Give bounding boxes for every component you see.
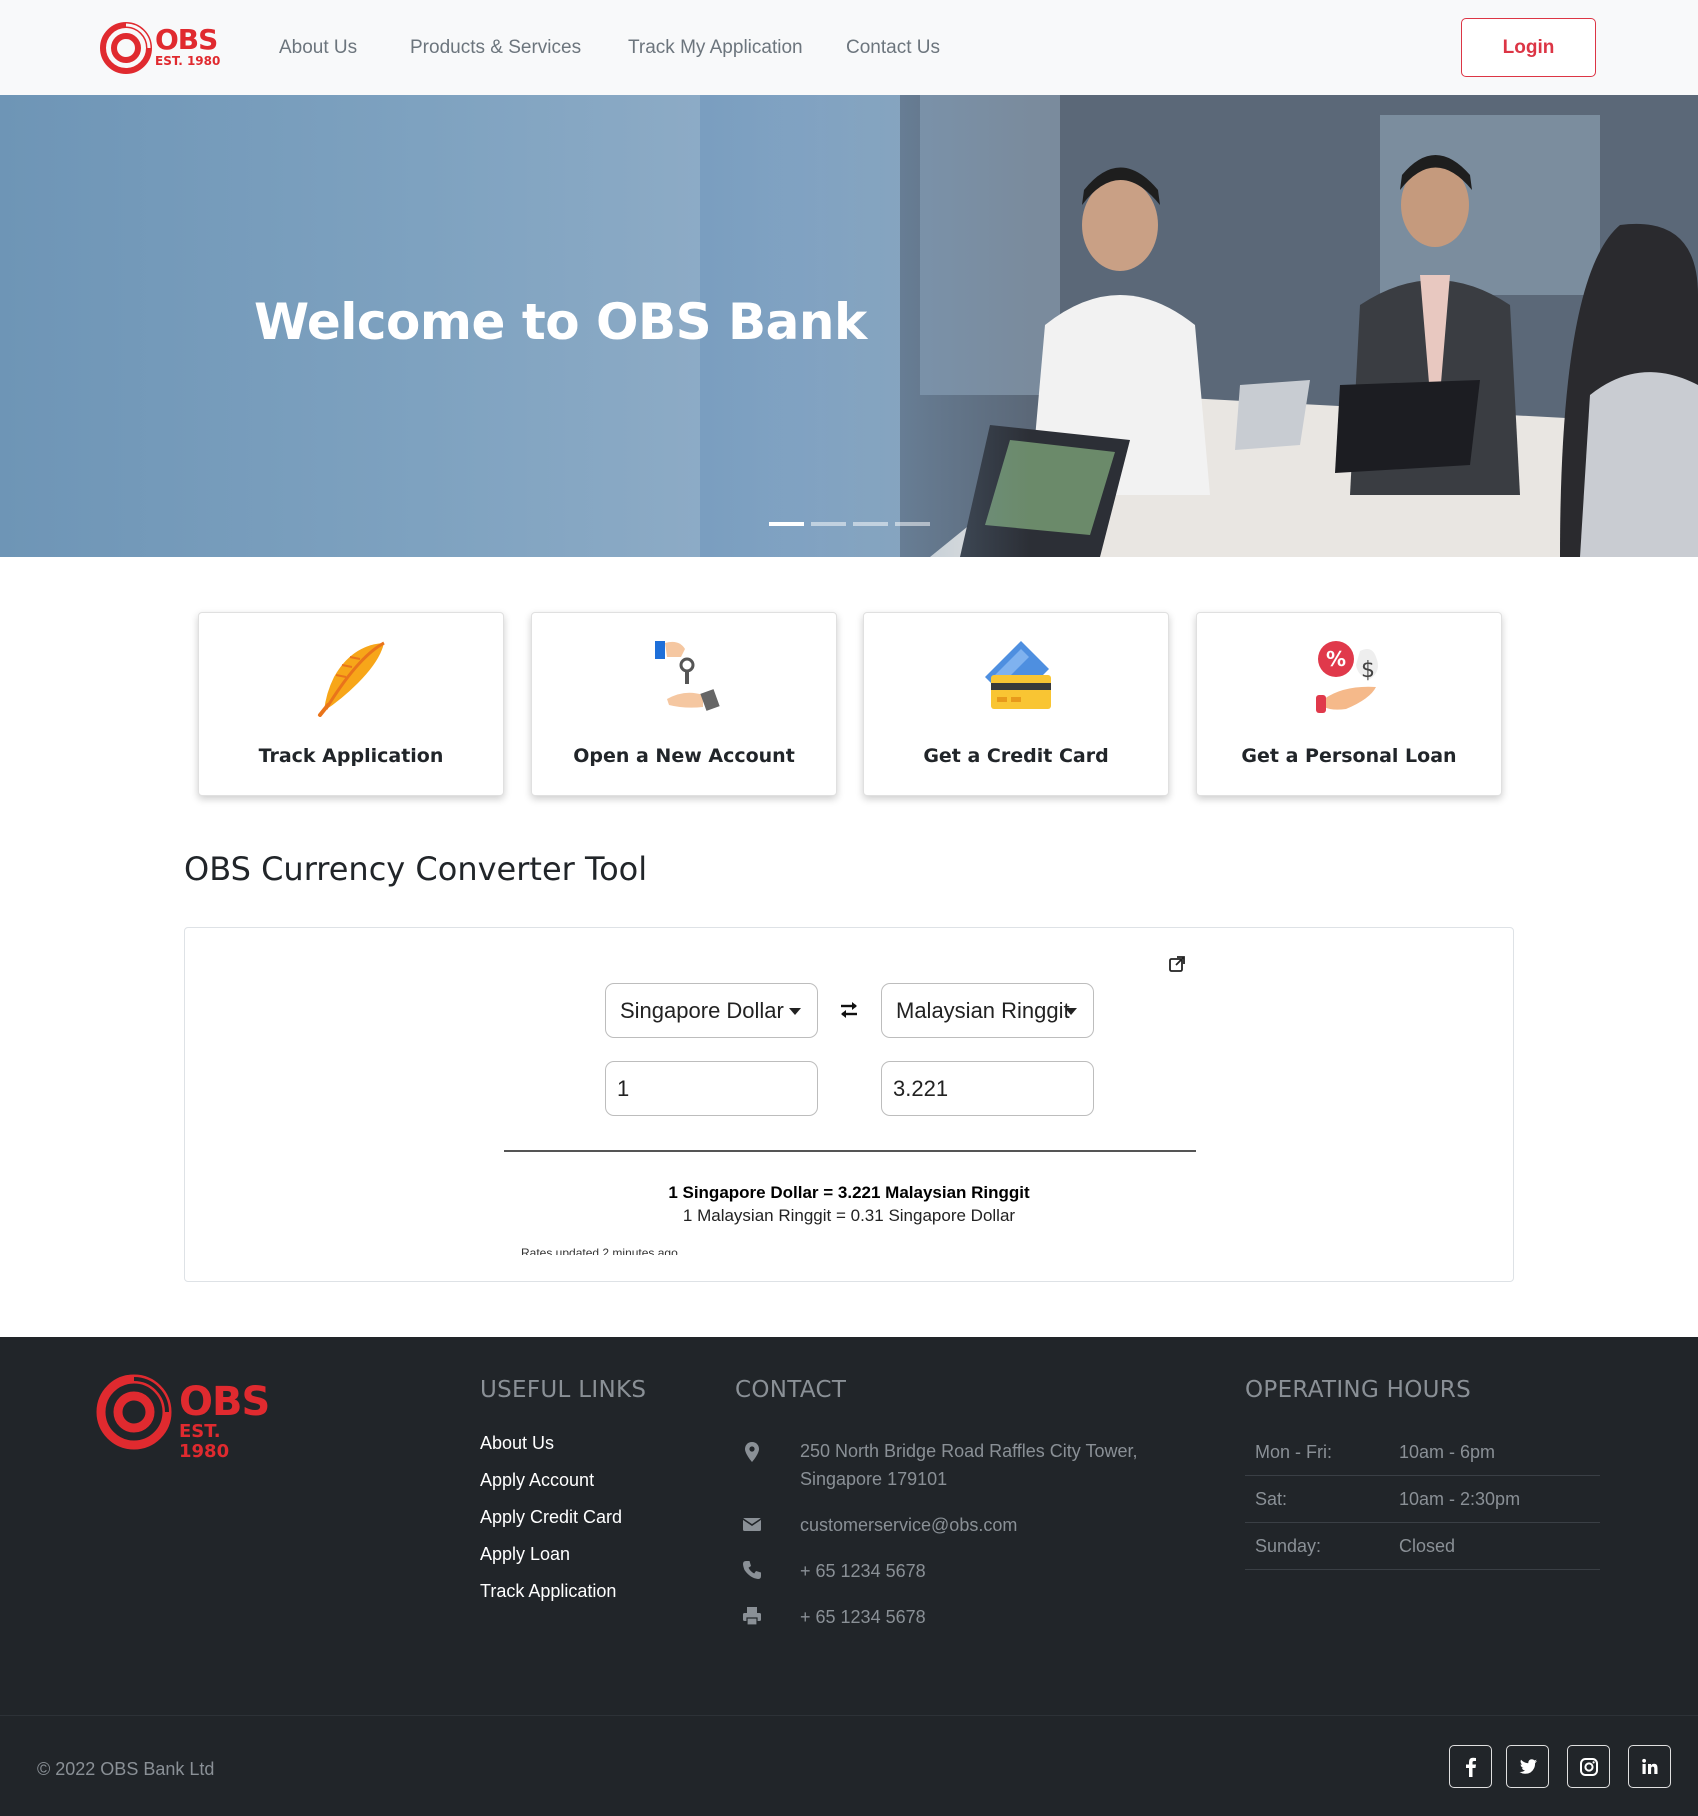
phone-icon (743, 1561, 761, 1579)
hours-row: Sat: 10am - 2:30pm (1245, 1476, 1600, 1523)
carousel-indicator-3[interactable] (853, 522, 888, 526)
hero-carousel: Welcome to OBS Bank (0, 95, 1698, 557)
copyright-text: © 2022 OBS Bank Ltd (37, 1759, 215, 1779)
nav-products-services[interactable]: Products & Services (410, 37, 581, 59)
logo-est-text: EST. 1980 (155, 54, 221, 68)
card-label: Track Application (258, 745, 444, 767)
card-label: Get a Personal Loan (1241, 745, 1457, 767)
loan-hand-icon: % $ (1316, 641, 1378, 713)
key-hand-icon (655, 641, 720, 711)
site-footer: OBS EST. 1980 USEFUL LINKS About Us Appl… (0, 1337, 1698, 1816)
external-link-icon[interactable] (1167, 954, 1187, 974)
hours-day: Mon - Fri: (1255, 1442, 1333, 1462)
hero-title: Welcome to OBS Bank (254, 293, 867, 351)
instagram-icon (1580, 1758, 1598, 1776)
currency-converter-widget: Singapore Dollar Malaysian Ringgit 1 Sin… (184, 927, 1514, 1282)
swap-currencies-icon[interactable] (837, 998, 861, 1022)
footer-link-apply-loan[interactable]: Apply Loan (480, 1544, 570, 1565)
credit-card-icon (985, 641, 1051, 709)
logo-wordmark: OBS EST. 1980 (155, 23, 221, 69)
hours-row: Mon - Fri: 10am - 6pm (1245, 1429, 1600, 1476)
contact-address: 250 North Bridge Road Raffles City Tower… (800, 1437, 1138, 1493)
carousel-indicators (769, 522, 930, 526)
from-amount-input[interactable] (605, 1061, 818, 1116)
footer-logo-est-text: EST. 1980 (179, 1421, 230, 1462)
hours-time: 10am - 2:30pm (1399, 1489, 1521, 1509)
obs-logo[interactable]: OBS EST. 1980 (100, 20, 225, 76)
linkedin-button[interactable] (1628, 1745, 1671, 1788)
nav-contact-us[interactable]: Contact Us (846, 37, 940, 59)
card-get-credit-card[interactable]: Get a Credit Card (863, 612, 1169, 796)
card-track-application[interactable]: Track Application (198, 612, 504, 796)
to-currency-value: Malaysian Ringgit (896, 998, 1070, 1023)
login-button[interactable]: Login (1461, 18, 1596, 77)
chevron-down-icon (789, 1008, 801, 1015)
to-amount-input[interactable] (881, 1061, 1094, 1116)
footer-link-track-application[interactable]: Track Application (480, 1581, 616, 1602)
hours-row: Sunday: Closed (1245, 1523, 1600, 1570)
printer-icon (743, 1607, 761, 1626)
top-navbar: OBS EST. 1980 About Us Products & Servic… (0, 0, 1698, 95)
converter-section-title: OBS Currency Converter Tool (184, 850, 648, 888)
linkedin-icon (1642, 1758, 1658, 1774)
card-open-new-account[interactable]: Open a New Account (531, 612, 837, 796)
footer-link-apply-account[interactable]: Apply Account (480, 1470, 594, 1491)
converter-divider (504, 1150, 1196, 1152)
facebook-icon (1466, 1757, 1476, 1777)
obs-logo-mark-icon (96, 1374, 172, 1450)
hours-time: Closed (1399, 1536, 1456, 1556)
from-currency-select[interactable]: Singapore Dollar (605, 983, 818, 1038)
from-currency-value: Singapore Dollar (620, 998, 784, 1023)
envelope-icon (742, 1518, 762, 1531)
carousel-indicator-2[interactable] (811, 522, 846, 526)
svg-text:$: $ (1361, 658, 1375, 683)
contact-heading: CONTACT (735, 1377, 847, 1403)
rates-updated-text: Rates updated 2 minutes ago (521, 1246, 678, 1255)
footer-logo-obs-text: OBS (179, 1379, 270, 1425)
footer-link-about-us[interactable]: About Us (480, 1433, 554, 1454)
logo-obs-text: OBS (155, 23, 218, 56)
contact-phone[interactable]: + 65 1234 5678 (800, 1557, 926, 1585)
nav-about-us[interactable]: About Us (279, 37, 357, 59)
footer-divider (0, 1715, 1698, 1716)
contact-fax[interactable]: + 65 1234 5678 (800, 1603, 926, 1631)
carousel-indicator-1[interactable] (769, 522, 804, 526)
footer-obs-logo[interactable]: OBS EST. 1980 (96, 1374, 276, 1462)
card-label: Open a New Account (573, 745, 795, 767)
contact-email[interactable]: customerservice@obs.com (800, 1511, 1017, 1539)
feather-icon (318, 641, 385, 717)
to-currency-select[interactable]: Malaysian Ringgit (881, 983, 1094, 1038)
rate-inverse-text: 1 Malaysian Ringgit = 0.31 Singapore Dol… (682, 1206, 1016, 1225)
footer-link-apply-credit-card[interactable]: Apply Credit Card (480, 1507, 622, 1528)
rate-main-text: 1 Singapore Dollar = 3.221 Malaysian Rin… (668, 1183, 1030, 1202)
nav-track-my-application[interactable]: Track My Application (628, 37, 803, 59)
card-label: Get a Credit Card (923, 745, 1109, 767)
useful-links-heading: USEFUL LINKS (480, 1377, 647, 1403)
carousel-indicator-4[interactable] (895, 522, 930, 526)
hours-day: Sunday: (1255, 1536, 1322, 1556)
twitter-icon (1519, 1759, 1537, 1774)
card-get-personal-loan[interactable]: % $ Get a Personal Loan (1196, 612, 1502, 796)
chevron-down-icon (1065, 1008, 1077, 1015)
svg-text:%: % (1326, 647, 1346, 671)
map-pin-icon (745, 1442, 759, 1462)
hours-time: 10am - 6pm (1399, 1442, 1496, 1462)
footer-logo-wordmark: OBS EST. 1980 (179, 1382, 276, 1462)
twitter-button[interactable] (1506, 1745, 1549, 1788)
facebook-button[interactable] (1449, 1745, 1492, 1788)
instagram-button[interactable] (1567, 1745, 1610, 1788)
operating-hours-heading: OPERATING HOURS (1245, 1377, 1471, 1403)
address-line-2: Singapore 179101 (800, 1469, 948, 1489)
obs-logo-mark-icon (100, 22, 152, 74)
hours-day: Sat: (1255, 1489, 1288, 1509)
address-line-1: 250 North Bridge Road Raffles City Tower… (800, 1441, 1138, 1461)
